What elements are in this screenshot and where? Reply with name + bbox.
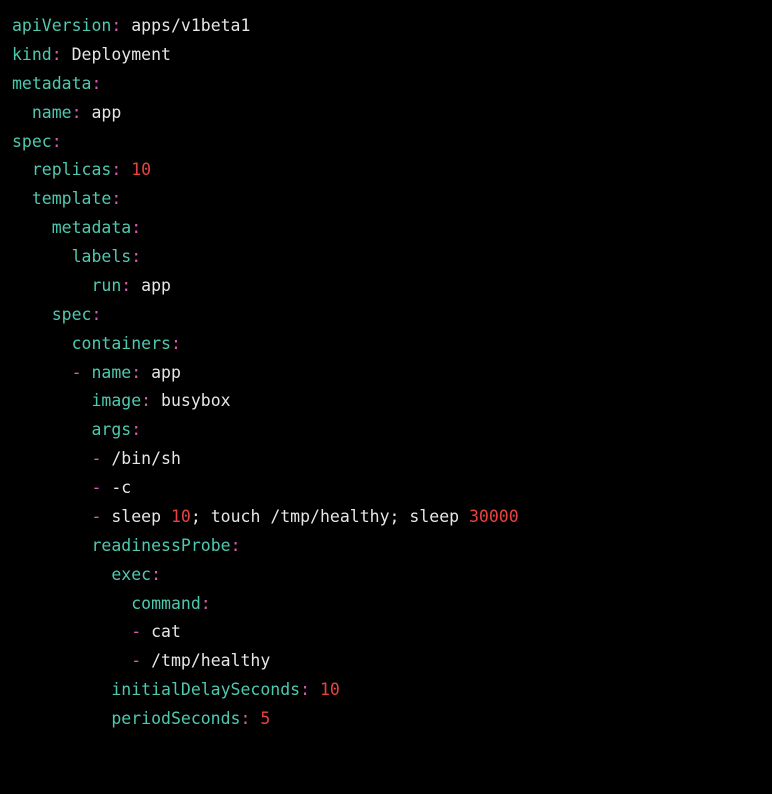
val-periodSeconds: 5 xyxy=(260,709,270,728)
key-command: command xyxy=(131,594,201,613)
key-args: args xyxy=(91,420,131,439)
key-metadata: metadata xyxy=(12,74,91,93)
arg-3a: sleep xyxy=(111,507,171,526)
val-kind: Deployment xyxy=(72,45,171,64)
val-image: busybox xyxy=(161,391,231,410)
val-apiVersion: apps/v1beta1 xyxy=(131,16,250,35)
arg-1: /bin/sh xyxy=(111,449,181,468)
key-run: run xyxy=(91,276,121,295)
key-kind: kind xyxy=(12,45,52,64)
key-readinessProbe: readinessProbe xyxy=(91,536,230,555)
arg-2: -c xyxy=(111,478,131,497)
key-template-metadata: metadata xyxy=(52,218,131,237)
key-containers: containers xyxy=(72,334,171,353)
key-replicas: replicas xyxy=(32,160,111,179)
cmd-2: /tmp/healthy xyxy=(151,651,270,670)
val-replicas: 10 xyxy=(131,160,151,179)
val-run: app xyxy=(141,276,171,295)
yaml-code-block: apiVersion: apps/v1beta1 kind: Deploymen… xyxy=(12,12,760,734)
arg-3-n2: 30000 xyxy=(469,507,519,526)
key-template-spec: spec xyxy=(52,305,92,324)
key-spec: spec xyxy=(12,132,52,151)
val-container-name: app xyxy=(151,363,181,382)
key-initialDelaySeconds: initialDelaySeconds xyxy=(111,680,300,699)
val-name: app xyxy=(92,103,122,122)
key-labels: labels xyxy=(72,247,132,266)
key-name: name xyxy=(32,103,72,122)
key-periodSeconds: periodSeconds xyxy=(111,709,240,728)
arg-3-n1: 10 xyxy=(171,507,191,526)
key-template: template xyxy=(32,189,111,208)
arg-3b: ; touch /tmp/healthy; sleep xyxy=(191,507,469,526)
val-initialDelaySeconds: 10 xyxy=(320,680,340,699)
key-exec: exec xyxy=(111,565,151,584)
key-apiVersion: apiVersion xyxy=(12,16,111,35)
cmd-1: cat xyxy=(151,622,181,641)
key-container-name: name xyxy=(91,363,131,382)
key-image: image xyxy=(91,391,141,410)
